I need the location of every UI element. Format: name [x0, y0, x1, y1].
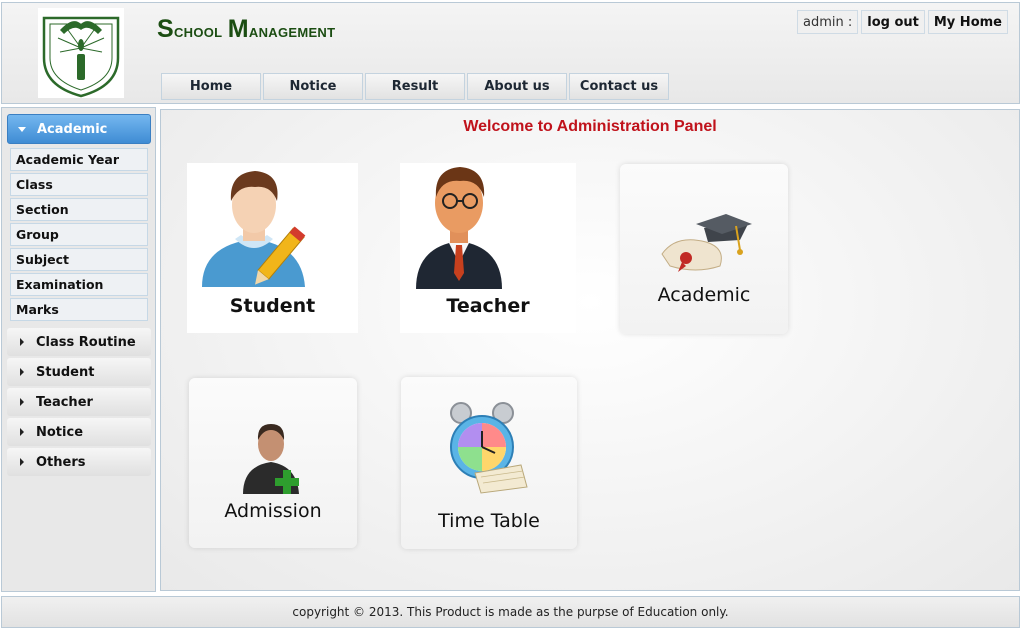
app-title-second-letter: M [227, 15, 249, 43]
app-title-rest: chool [173, 21, 228, 41]
student-tile[interactable]: Student [187, 163, 358, 333]
sidebar-item-marks[interactable]: Marks [10, 298, 148, 321]
sidebar-section-notice[interactable]: Notice [7, 418, 151, 446]
sidebar-section-student[interactable]: Student [7, 358, 151, 386]
sidebar-item-examination[interactable]: Examination [10, 273, 148, 296]
caret-right-icon [20, 458, 24, 466]
nav-result[interactable]: Result [365, 73, 465, 100]
academic-submenu: Academic Year Class Section Group Subjec… [10, 148, 148, 323]
sidebar-section-class-routine[interactable]: Class Routine [7, 328, 151, 356]
user-bar: admin : log out My Home [794, 10, 1008, 34]
caret-right-icon [20, 338, 24, 346]
sidebar-section-others[interactable]: Others [7, 448, 151, 476]
nav-contact-us[interactable]: Contact us [569, 73, 669, 100]
timetable-tile[interactable]: Time Table [401, 377, 577, 549]
main-panel: Welcome to Administration Panel Student [160, 109, 1020, 591]
sidebar-section-label: Teacher [36, 394, 93, 410]
alarm-clock-icon [450, 402, 528, 494]
sidebar-item-class[interactable]: Class [10, 173, 148, 196]
app-title-first-letter: S [157, 15, 174, 43]
school-logo-icon [38, 8, 124, 98]
app-title-rest2: anagement [248, 21, 336, 41]
caret-right-icon [20, 428, 24, 436]
caret-right-icon [20, 398, 24, 406]
header: School Management Home Notice Result Abo… [1, 2, 1020, 104]
sidebar-section-label: Class Routine [36, 334, 136, 350]
welcome-heading: Welcome to Administration Panel [463, 118, 717, 135]
student-tile-label: Student [229, 295, 316, 317]
user-label: admin : [797, 10, 859, 34]
nav-notice[interactable]: Notice [263, 73, 363, 100]
graduation-cap-icon [661, 214, 752, 272]
student-icon [202, 171, 306, 287]
timetable-tile-label: Time Table [438, 510, 540, 532]
academic-tile-label: Academic [657, 284, 751, 306]
sidebar: Academic Academic Year Class Section Gro… [1, 107, 156, 592]
admission-tile[interactable]: Admission [189, 378, 357, 548]
nav-about-us[interactable]: About us [467, 73, 567, 100]
my-home-button[interactable]: My Home [927, 10, 1008, 34]
admission-user-icon [243, 424, 299, 494]
sidebar-section-label: Student [36, 364, 95, 380]
teacher-icon [416, 167, 502, 289]
academic-tile[interactable]: Academic [620, 164, 788, 334]
footer-copyright: copyright © 2013. This Product is made a… [292, 605, 729, 619]
teacher-tile-label: Teacher [446, 295, 530, 317]
caret-right-icon [20, 368, 24, 376]
logout-button[interactable]: log out [861, 10, 925, 34]
sidebar-item-section[interactable]: Section [10, 198, 148, 221]
nav-home[interactable]: Home [161, 73, 261, 100]
top-nav: Home Notice Result About us Contact us [161, 73, 671, 100]
sidebar-section-teacher[interactable]: Teacher [7, 388, 151, 416]
footer: copyright © 2013. This Product is made a… [1, 596, 1020, 628]
teacher-tile[interactable]: Teacher [400, 163, 576, 333]
sidebar-item-subject[interactable]: Subject [10, 248, 148, 271]
admission-tile-label: Admission [224, 500, 322, 522]
sidebar-item-academic-year[interactable]: Academic Year [10, 148, 148, 171]
sidebar-sections: Class Routine Student Teacher Notice Oth… [7, 328, 151, 478]
sidebar-section-label: Academic [37, 121, 108, 137]
sidebar-section-label: Notice [36, 424, 84, 440]
app-title: School Management [157, 15, 335, 44]
caret-down-icon [18, 126, 26, 132]
sidebar-section-academic[interactable]: Academic [7, 114, 151, 144]
sidebar-item-group[interactable]: Group [10, 223, 148, 246]
sidebar-section-label: Others [36, 454, 86, 470]
